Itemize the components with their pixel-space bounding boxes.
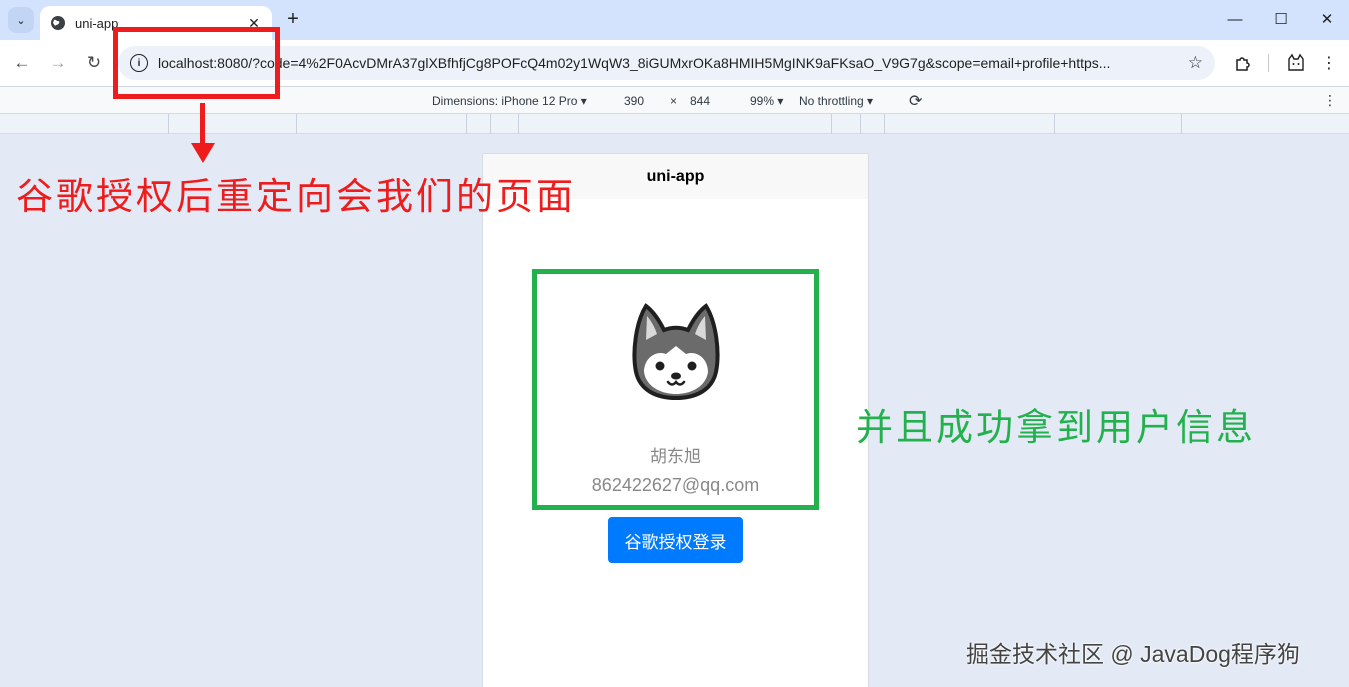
profile-husky-icon[interactable] bbox=[1284, 51, 1308, 75]
toolbar-divider bbox=[1268, 54, 1269, 72]
close-window-icon[interactable]: ✕ bbox=[1316, 8, 1338, 30]
extensions-puzzle-icon[interactable] bbox=[1231, 51, 1255, 75]
redirect-annotation: 谷歌授权后重定向会我们的页面 bbox=[16, 175, 576, 218]
url-highlight-box bbox=[113, 27, 280, 99]
user-info-annotation: 并且成功拿到用户信息 bbox=[856, 406, 1256, 449]
address-bar[interactable]: i localhost:8080/?code=4%2F0AcvDMrA37glX… bbox=[118, 46, 1215, 80]
back-icon[interactable]: ← bbox=[10, 51, 34, 75]
url-text[interactable]: localhost:8080/?code=4%2F0AcvDMrA37glXBf… bbox=[158, 55, 1173, 71]
tab-search-button[interactable]: ⌄ bbox=[8, 7, 34, 33]
google-login-button[interactable]: 谷歌授权登录 bbox=[608, 517, 743, 563]
reload-icon[interactable]: ↻ bbox=[82, 51, 106, 75]
zoom-select[interactable]: 99% ▾ bbox=[750, 94, 783, 108]
forward-icon[interactable]: → bbox=[46, 51, 70, 75]
new-tab-button[interactable]: + bbox=[282, 8, 304, 30]
app-nav-title: uni-app bbox=[646, 167, 705, 185]
device-height-input[interactable]: 844 bbox=[690, 94, 710, 108]
chevron-down-icon: ⌄ bbox=[16, 14, 26, 27]
throttling-select[interactable]: No throttling ▾ bbox=[799, 94, 873, 108]
red-arrow-shaft bbox=[200, 103, 205, 147]
globe-icon bbox=[51, 16, 65, 30]
device-select[interactable]: Dimensions: iPhone 12 Pro ▾ bbox=[432, 94, 587, 108]
dimension-separator: × bbox=[670, 94, 678, 108]
red-arrow-head bbox=[191, 143, 215, 163]
menu-kebab-icon[interactable]: ⋮ bbox=[1317, 51, 1341, 75]
maximize-icon[interactable]: ☐ bbox=[1270, 8, 1292, 30]
rotate-icon[interactable]: ⟳ bbox=[909, 91, 922, 111]
watermark: 掘金技术社区 @ JavaDog程序狗 bbox=[966, 641, 1300, 667]
user-info-highlight-box bbox=[532, 269, 819, 510]
bookmark-star-icon[interactable]: ☆ bbox=[1188, 53, 1203, 73]
minimize-icon[interactable]: — bbox=[1224, 8, 1246, 30]
device-width-input[interactable]: 390 bbox=[624, 94, 644, 108]
devtools-more-icon[interactable]: ⋮ bbox=[1323, 92, 1337, 109]
